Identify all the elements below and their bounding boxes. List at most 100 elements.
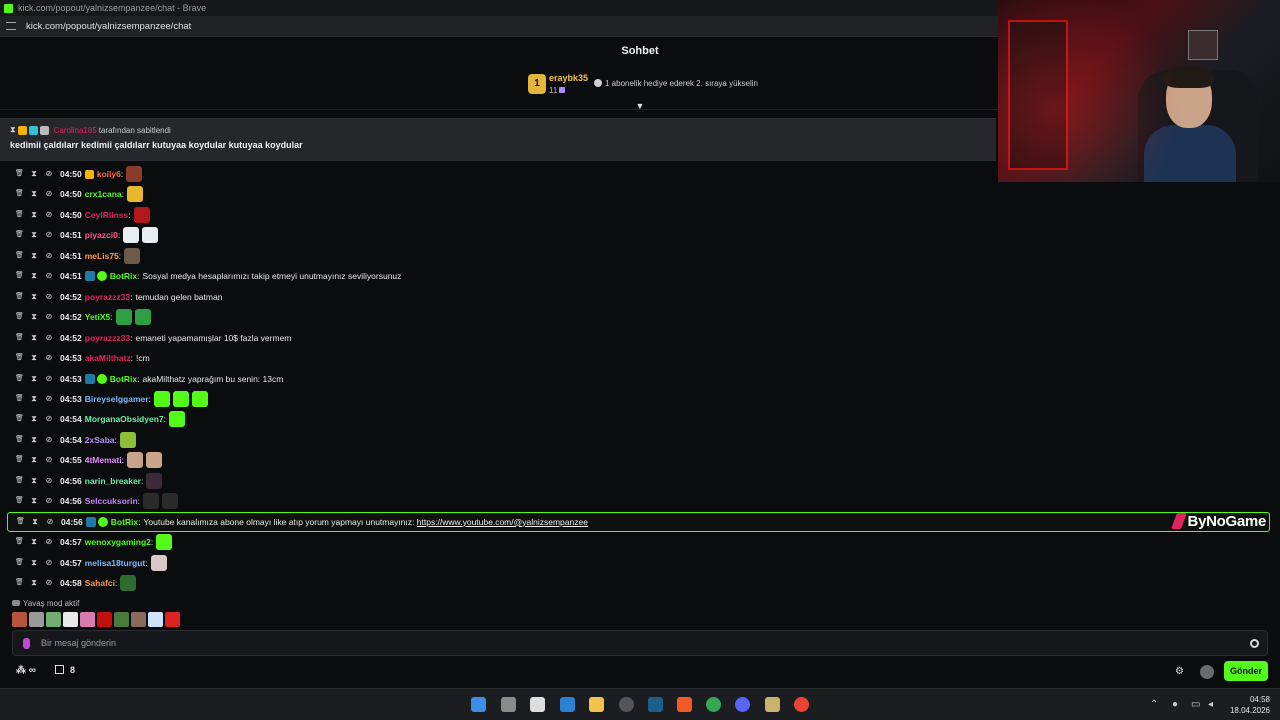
chat-emote[interactable] bbox=[115, 309, 132, 326]
ban-user-icon[interactable]: ⊘ bbox=[45, 333, 53, 342]
photos-icon[interactable] bbox=[560, 697, 575, 712]
quick-emote[interactable] bbox=[97, 612, 112, 627]
gift-counter[interactable]: 8 bbox=[55, 665, 75, 675]
delete-message-icon[interactable]: 🗑 bbox=[15, 231, 24, 239]
message-username[interactable]: BotRix bbox=[110, 271, 137, 281]
ban-user-icon[interactable]: ⊘ bbox=[45, 354, 53, 362]
quick-emote[interactable] bbox=[148, 612, 163, 627]
message-username[interactable]: poyrazzz33 bbox=[85, 292, 130, 302]
quick-emote[interactable] bbox=[114, 612, 129, 627]
delete-message-icon[interactable]: 🗑 bbox=[15, 375, 24, 383]
timeout-user-icon[interactable]: ⧗ bbox=[30, 538, 38, 546]
delete-message-icon[interactable]: 🗑 bbox=[15, 354, 24, 362]
chat-emote[interactable] bbox=[142, 227, 159, 244]
ban-user-icon[interactable]: ⊘ bbox=[45, 251, 53, 260]
discord-icon[interactable] bbox=[735, 697, 750, 712]
chat-emote[interactable] bbox=[169, 411, 186, 428]
message-username[interactable]: CeylRiinss bbox=[85, 210, 128, 220]
message-username[interactable]: Sahafci bbox=[85, 578, 115, 588]
ban-user-icon[interactable]: ⊘ bbox=[46, 517, 54, 526]
tray-overflow-icon[interactable]: ⌃ bbox=[1150, 699, 1158, 710]
ban-user-icon[interactable]: ⊘ bbox=[45, 415, 53, 423]
microphone-tray-icon[interactable]: ● bbox=[1172, 699, 1178, 710]
message-link[interactable]: https://www.youtube.com/@yalnizsempanzee bbox=[417, 517, 588, 527]
message-username[interactable]: narin_breaker bbox=[85, 476, 141, 486]
delete-message-icon[interactable]: 🗑 bbox=[15, 334, 24, 342]
message-username[interactable]: Bireyselggamer bbox=[85, 394, 149, 404]
url-text[interactable]: kick.com/popout/yalnizsempanzee/chat bbox=[26, 21, 191, 32]
chat-emote[interactable] bbox=[145, 452, 162, 469]
delete-message-icon[interactable]: 🗑 bbox=[15, 170, 24, 178]
ban-user-icon[interactable]: ⊘ bbox=[45, 558, 53, 567]
notepad-icon[interactable] bbox=[530, 697, 545, 712]
delete-message-icon[interactable]: 🗑 bbox=[15, 456, 24, 464]
chat-emote[interactable] bbox=[133, 206, 150, 223]
chat-settings-gear-icon[interactable]: ⚙ bbox=[1175, 666, 1184, 677]
ban-user-icon[interactable]: ⊘ bbox=[45, 538, 53, 546]
file-explorer-icon[interactable] bbox=[589, 697, 604, 712]
delete-message-icon[interactable]: 🗑 bbox=[15, 395, 24, 403]
delete-message-icon[interactable]: 🗑 bbox=[15, 477, 24, 485]
chat-emote[interactable] bbox=[146, 472, 163, 489]
message-username[interactable]: 4tMemati bbox=[85, 455, 122, 465]
quick-emote[interactable] bbox=[165, 612, 180, 627]
chat-emote[interactable] bbox=[124, 247, 141, 264]
timeout-user-icon[interactable]: ⧗ bbox=[30, 354, 38, 362]
delete-message-icon[interactable]: 🗑 bbox=[16, 518, 25, 526]
ban-user-icon[interactable]: ⊘ bbox=[45, 435, 53, 444]
delete-message-icon[interactable]: 🗑 bbox=[15, 538, 24, 546]
network-icon[interactable]: ▭ bbox=[1191, 699, 1200, 710]
delete-message-icon[interactable]: 🗑 bbox=[15, 415, 24, 423]
ban-user-icon[interactable]: ⊘ bbox=[45, 231, 53, 239]
message-username[interactable]: crx1cana bbox=[85, 189, 122, 199]
chrome-profile-icon[interactable] bbox=[794, 697, 809, 712]
chat-emote[interactable] bbox=[119, 431, 136, 448]
brave-browser-icon[interactable] bbox=[677, 697, 692, 712]
delete-message-icon[interactable]: 🗑 bbox=[15, 293, 24, 301]
ban-user-icon[interactable]: ⊘ bbox=[45, 272, 53, 280]
chat-emote[interactable] bbox=[156, 534, 173, 551]
ban-user-icon[interactable]: ⊘ bbox=[45, 190, 53, 198]
timeout-user-icon[interactable]: ⧗ bbox=[30, 190, 38, 198]
delete-message-icon[interactable]: 🗑 bbox=[15, 313, 24, 321]
site-settings-icon[interactable] bbox=[6, 22, 16, 30]
message-input[interactable] bbox=[41, 634, 1231, 652]
timeout-user-icon[interactable]: ⧗ bbox=[30, 394, 38, 403]
chat-emote[interactable] bbox=[153, 390, 170, 407]
timeout-user-icon[interactable]: ⧗ bbox=[30, 558, 38, 567]
quick-emote[interactable] bbox=[12, 612, 27, 627]
chat-emote[interactable] bbox=[162, 493, 179, 510]
ban-user-icon[interactable]: ⊘ bbox=[45, 456, 53, 464]
message-username[interactable]: poyrazzz33 bbox=[85, 333, 130, 343]
ban-user-icon[interactable]: ⊘ bbox=[45, 210, 53, 219]
timeout-user-icon[interactable]: ⧗ bbox=[30, 497, 38, 505]
chat-emote[interactable] bbox=[126, 166, 143, 182]
delete-message-icon[interactable]: 🗑 bbox=[15, 436, 24, 444]
start-menu-icon[interactable] bbox=[471, 697, 486, 712]
chat-emote[interactable] bbox=[123, 227, 140, 244]
collapse-chevron-icon[interactable]: ▼ bbox=[634, 101, 646, 111]
message-username[interactable]: BotRix bbox=[110, 374, 137, 384]
message-username[interactable]: koily6 bbox=[97, 169, 121, 179]
timeout-user-icon[interactable]: ⧗ bbox=[30, 415, 38, 423]
timeout-user-icon[interactable]: ⧗ bbox=[30, 456, 38, 464]
chrome-icon[interactable] bbox=[706, 697, 721, 712]
task-view-icon[interactable] bbox=[501, 697, 516, 712]
message-username[interactable]: piyazci0 bbox=[85, 230, 118, 240]
delete-message-icon[interactable]: 🗑 bbox=[15, 252, 24, 260]
pinned-by-user[interactable]: Carolina185 bbox=[54, 126, 97, 135]
delete-message-icon[interactable]: 🗑 bbox=[15, 497, 24, 505]
message-username[interactable]: Selccuksorin bbox=[85, 496, 138, 506]
delete-message-icon[interactable]: 🗑 bbox=[15, 559, 24, 567]
delete-message-icon[interactable]: 🗑 bbox=[15, 190, 24, 198]
timeout-user-icon[interactable]: ⧗ bbox=[30, 170, 38, 178]
microphone-icon[interactable] bbox=[23, 638, 30, 649]
ban-user-icon[interactable]: ⊘ bbox=[45, 476, 53, 485]
channel-points[interactable]: ⁂ ∞ bbox=[16, 665, 36, 676]
timeout-user-icon[interactable]: ⧗ bbox=[30, 251, 38, 260]
chat-emote[interactable] bbox=[120, 575, 137, 591]
ban-user-icon[interactable]: ⊘ bbox=[45, 292, 53, 301]
quick-emote[interactable] bbox=[63, 612, 78, 627]
chat-emote[interactable] bbox=[143, 493, 160, 510]
timeout-user-icon[interactable]: ⧗ bbox=[30, 476, 38, 485]
